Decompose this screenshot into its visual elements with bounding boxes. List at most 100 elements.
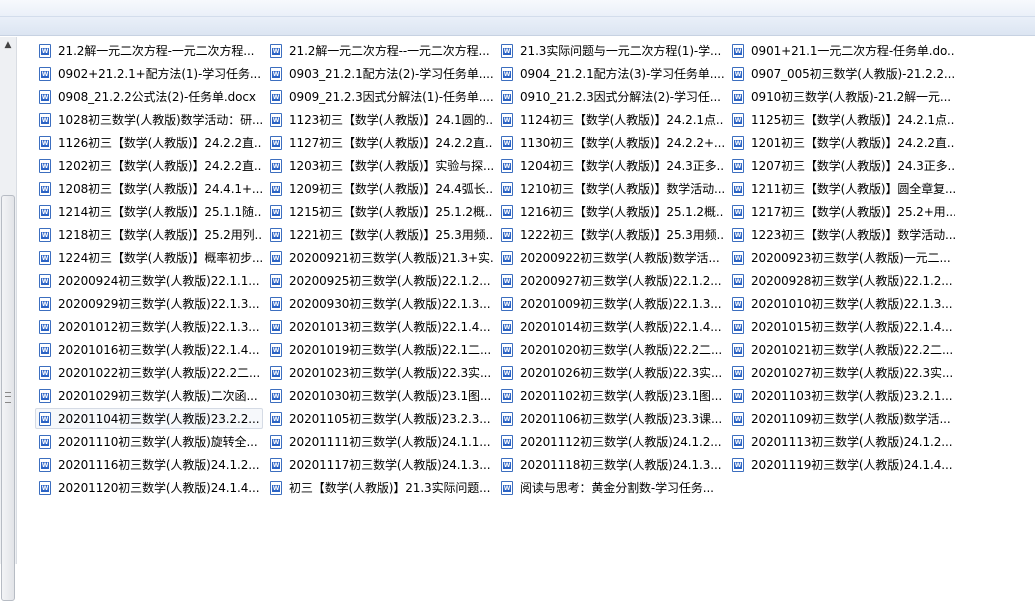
word-document-icon: W xyxy=(732,135,744,150)
file-item[interactable]: W 1215初三【数学(人教版)】25.1.2概... xyxy=(266,201,494,222)
file-item[interactable]: W 20201015初三数学(人教版)22.1.4... xyxy=(728,316,956,337)
file-item[interactable]: W 20200923初三数学(人教版)一元二... xyxy=(728,247,956,268)
file-item[interactable]: W 20200925初三数学(人教版)22.1.2... xyxy=(266,270,494,291)
file-item[interactable]: W 1203初三【数学(人教版)】实验与探... xyxy=(266,155,494,176)
file-item[interactable]: W 1124初三【数学(人教版)】24.2.1点... xyxy=(497,109,725,130)
file-item[interactable]: W 1218初三【数学(人教版)】25.2用列... xyxy=(35,224,263,245)
word-document-icon: W xyxy=(732,43,744,58)
file-name-label: 20201009初三数学(人教版)22.1.3... xyxy=(520,297,722,311)
file-item[interactable]: W 阅读与思考：黄金分割数-学习任务... xyxy=(497,477,725,498)
file-name-label: 1221初三【数学(人教版)】25.3用频... xyxy=(289,228,493,242)
file-item[interactable]: W 20201120初三数学(人教版)24.1.4... xyxy=(35,477,263,498)
word-document-icon: W xyxy=(501,457,513,472)
file-item[interactable]: W 20201112初三数学(人教版)24.1.2... xyxy=(497,431,725,452)
file-item[interactable]: W 20201010初三数学(人教版)22.1.3... xyxy=(728,293,956,314)
file-item[interactable]: W 0901+21.1一元二次方程-任务单.do... xyxy=(728,40,956,61)
file-item[interactable]: W 20201102初三数学(人教版)23.1图... xyxy=(497,385,725,406)
file-name-label: 20200921初三数学(人教版)21.3+实... xyxy=(289,251,493,265)
file-item[interactable]: W 20201016初三数学(人教版)22.1.4... xyxy=(35,339,263,360)
file-item[interactable]: W 1211初三【数学(人教版)】圆全章复... xyxy=(728,178,956,199)
file-item[interactable]: W 1126初三【数学(人教版)】24.2.2直... xyxy=(35,132,263,153)
file-item[interactable]: W 0909_21.2.3因式分解法(1)-任务单.... xyxy=(266,86,494,107)
file-item[interactable]: W 20201116初三数学(人教版)24.1.2... xyxy=(35,454,263,475)
file-item[interactable]: W 21.2解一元二次方程--一元二次方程... xyxy=(266,40,494,61)
file-name-label: 1204初三【数学(人教版)】24.3正多... xyxy=(520,159,724,173)
file-item[interactable]: W 0910_21.2.3因式分解法(2)-学习任... xyxy=(497,86,725,107)
file-item[interactable]: W 0902+21.2.1+配方法(1)-学习任务... xyxy=(35,63,263,84)
file-item[interactable]: W 20201030初三数学(人教版)23.1图... xyxy=(266,385,494,406)
file-item[interactable]: W 0908_21.2.2公式法(2)-任务单.docx xyxy=(35,86,263,107)
file-name-label: 20201026初三数学(人教版)22.3实... xyxy=(520,366,723,380)
file-item[interactable]: W 20201012初三数学(人教版)22.1.3... xyxy=(35,316,263,337)
file-item[interactable]: W 20201020初三数学(人教版)22.2二... xyxy=(497,339,725,360)
file-item[interactable]: W 20200929初三数学(人教版)22.1.3... xyxy=(35,293,263,314)
file-item[interactable]: W 20201118初三数学(人教版)24.1.3... xyxy=(497,454,725,475)
file-item[interactable]: W 20201029初三数学(人教版)二次函... xyxy=(35,385,263,406)
file-item[interactable]: W 20201103初三数学(人教版)23.2.1... xyxy=(728,385,956,406)
file-item[interactable]: W 20201019初三数学(人教版)22.1二... xyxy=(266,339,494,360)
file-item[interactable]: W 1028初三数学(人教版)数学活动：研... xyxy=(35,109,263,130)
scroll-thumb[interactable] xyxy=(1,195,15,601)
word-document-icon: W xyxy=(270,296,282,311)
file-item[interactable]: W 20201110初三数学(人教版)旋转全... xyxy=(35,431,263,452)
word-document-icon: W xyxy=(501,365,513,380)
file-item[interactable]: W 20201027初三数学(人教版)22.3实... xyxy=(728,362,956,383)
file-item[interactable]: W 20201113初三数学(人教版)24.1.2... xyxy=(728,431,956,452)
word-document-icon: W xyxy=(501,181,513,196)
word-document-icon: W xyxy=(39,480,51,495)
file-item[interactable]: W 20201105初三数学(人教版)23.2.3... xyxy=(266,408,494,429)
file-item[interactable]: W 1224初三【数学(人教版)】概率初步... xyxy=(35,247,263,268)
file-item[interactable]: W 20201117初三数学(人教版)24.1.3... xyxy=(266,454,494,475)
file-item[interactable]: W 20201111初三数学(人教版)24.1.1... xyxy=(266,431,494,452)
file-name-label: 20201110初三数学(人教版)旋转全... xyxy=(58,435,258,449)
file-item[interactable]: W 0904_21.2.1配方法(3)-学习任务单.... xyxy=(497,63,725,84)
file-item[interactable]: W 1214初三【数学(人教版)】25.1.1随... xyxy=(35,201,263,222)
file-item[interactable]: W 1130初三【数学(人教版)】24.2.2+... xyxy=(497,132,725,153)
file-item[interactable]: W 20200930初三数学(人教版)22.1.3... xyxy=(266,293,494,314)
file-item[interactable]: W 20200922初三数学(人教版)数学活... xyxy=(497,247,725,268)
file-item[interactable]: W 1207初三【数学(人教版)】24.3正多... xyxy=(728,155,956,176)
word-document-icon: W xyxy=(732,158,744,173)
word-document-icon: W xyxy=(270,365,282,380)
file-item[interactable]: W 21.2解一元二次方程-一元二次方程... xyxy=(35,40,263,61)
file-item[interactable]: W 20201026初三数学(人教版)22.3实... xyxy=(497,362,725,383)
vertical-scrollbar[interactable]: ▲ xyxy=(0,37,17,601)
file-item[interactable]: W 1123初三【数学(人教版)】24.1圆的... xyxy=(266,109,494,130)
file-item[interactable]: W 20201009初三数学(人教版)22.1.3... xyxy=(497,293,725,314)
file-item[interactable]: W 初三【数学(人教版)】21.3实际问题... xyxy=(266,477,494,498)
file-item[interactable]: W 0910初三数学(人教版)-21.2解一元... xyxy=(728,86,956,107)
word-document-icon: W xyxy=(270,204,282,219)
word-document-icon: W xyxy=(732,388,744,403)
file-item[interactable]: W 20200924初三数学(人教版)22.1.1... xyxy=(35,270,263,291)
file-item[interactable]: W 1125初三【数学(人教版)】24.2.1点... xyxy=(728,109,956,130)
file-item[interactable]: W 1127初三【数学(人教版)】24.2.2直... xyxy=(266,132,494,153)
file-item[interactable]: W 20200921初三数学(人教版)21.3+实... xyxy=(266,247,494,268)
file-item[interactable]: W 1222初三【数学(人教版)】25.3用频... xyxy=(497,224,725,245)
file-item[interactable]: W 20201109初三数学(人教版)数学活... xyxy=(728,408,956,429)
file-item[interactable]: W 20200927初三数学(人教版)22.1.2... xyxy=(497,270,725,291)
scroll-up-arrow-icon[interactable]: ▲ xyxy=(2,39,14,51)
file-item[interactable]: W 1204初三【数学(人教版)】24.3正多... xyxy=(497,155,725,176)
file-item[interactable]: W 20201106初三数学(人教版)23.3课... xyxy=(497,408,725,429)
file-item[interactable]: W 20201104初三数学(人教版)23.2.2... xyxy=(35,408,263,429)
file-item[interactable]: W 21.3实际问题与一元二次方程(1)-学... xyxy=(497,40,725,61)
file-item[interactable]: W 1201初三【数学(人教版)】24.2.2直... xyxy=(728,132,956,153)
file-item[interactable]: W 20200928初三数学(人教版)22.1.2... xyxy=(728,270,956,291)
file-item[interactable]: W 20201022初三数学(人教版)22.2二... xyxy=(35,362,263,383)
file-item[interactable]: W 1216初三【数学(人教版)】25.1.2概... xyxy=(497,201,725,222)
file-item[interactable]: W 20201014初三数学(人教版)22.1.4... xyxy=(497,316,725,337)
file-item[interactable]: W 20201119初三数学(人教版)24.1.4... xyxy=(728,454,956,475)
file-item[interactable]: W 1223初三【数学(人教版)】数学活动... xyxy=(728,224,956,245)
file-item[interactable]: W 1210初三【数学(人教版)】数学活动... xyxy=(497,178,725,199)
file-item[interactable]: W 20201013初三数学(人教版)22.1.4... xyxy=(266,316,494,337)
file-item[interactable]: W 1209初三【数学(人教版)】24.4弧长... xyxy=(266,178,494,199)
file-item[interactable]: W 20201023初三数学(人教版)22.3实... xyxy=(266,362,494,383)
file-item[interactable]: W 0907_005初三数学(人教版)-21.2.2... xyxy=(728,63,956,84)
file-item[interactable]: W 1202初三【数学(人教版)】24.2.2直... xyxy=(35,155,263,176)
file-item[interactable]: W 20201021初三数学(人教版)22.2二... xyxy=(728,339,956,360)
word-document-icon: W xyxy=(270,411,282,426)
file-item[interactable]: W 1217初三【数学(人教版)】25.2+用... xyxy=(728,201,956,222)
file-item[interactable]: W 0903_21.2.1配方法(2)-学习任务单.... xyxy=(266,63,494,84)
file-item[interactable]: W 1221初三【数学(人教版)】25.3用频... xyxy=(266,224,494,245)
file-item[interactable]: W 1208初三【数学(人教版)】24.4.1+... xyxy=(35,178,263,199)
